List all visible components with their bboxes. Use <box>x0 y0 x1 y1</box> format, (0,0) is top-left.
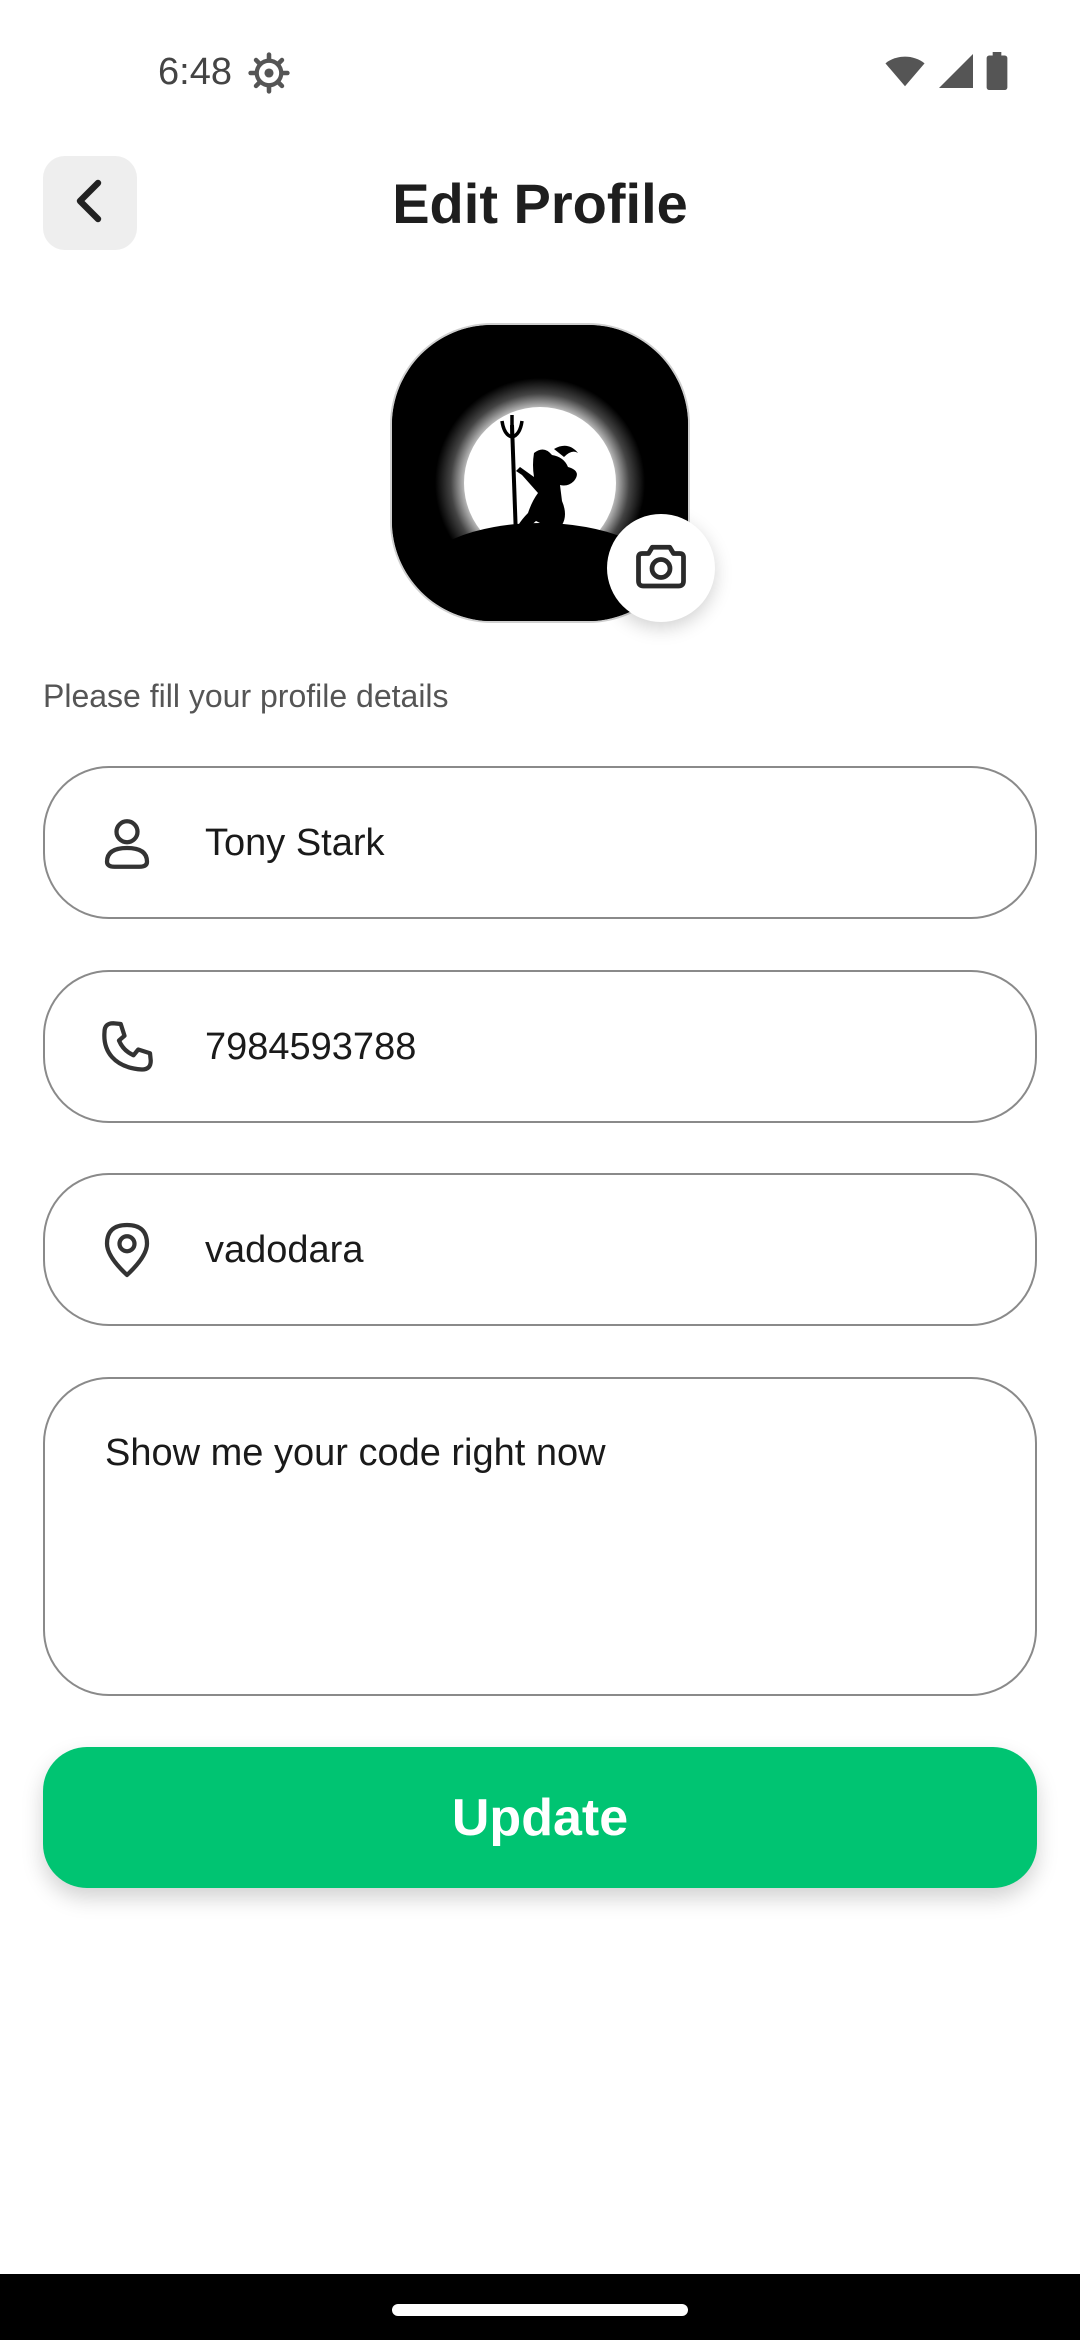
navigation-bar <box>0 2274 1080 2340</box>
battery-icon <box>986 52 1008 95</box>
status-icons <box>884 52 1008 95</box>
name-value: Tony Stark <box>205 821 385 864</box>
bio-value: Show me your code right now <box>105 1432 606 1474</box>
name-field[interactable]: Tony Stark <box>43 766 1037 919</box>
home-indicator[interactable] <box>392 2304 688 2316</box>
person-icon <box>97 813 157 873</box>
location-field[interactable]: vadodara <box>43 1173 1037 1326</box>
signal-icon <box>938 54 974 93</box>
phone-icon <box>97 1017 157 1077</box>
update-button[interactable]: Update <box>43 1747 1037 1888</box>
wifi-icon <box>884 54 926 93</box>
change-photo-button[interactable] <box>607 514 715 622</box>
form-subtitle: Please fill your profile details <box>43 678 449 714</box>
status-time: 6:48 <box>158 51 232 93</box>
settings-gear-icon <box>248 52 290 94</box>
phone-value: 7984593788 <box>205 1025 417 1068</box>
location-value: vadodara <box>205 1228 364 1271</box>
status-bar: 6:48 <box>0 0 1080 140</box>
camera-icon <box>631 536 691 601</box>
phone-field[interactable]: 7984593788 <box>43 970 1037 1123</box>
page-title: Edit Profile <box>392 172 688 235</box>
bio-textarea[interactable]: Show me your code right now <box>43 1377 1037 1696</box>
location-pin-icon <box>97 1220 157 1280</box>
